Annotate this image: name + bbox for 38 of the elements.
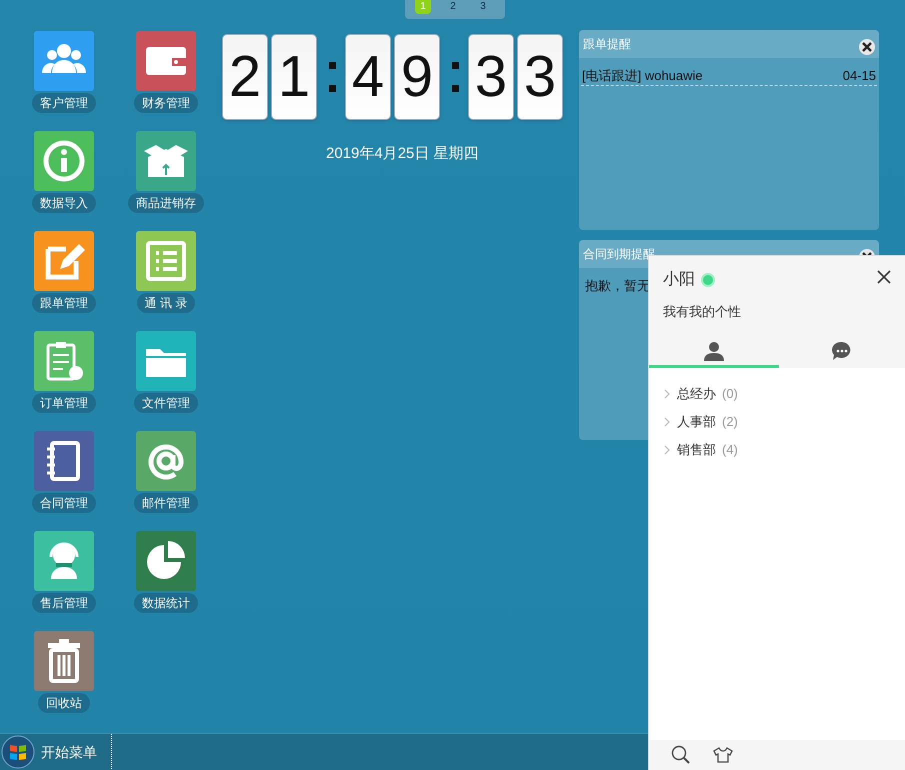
app-label: 财务管理	[134, 93, 198, 113]
group-name: 销售部	[677, 441, 716, 460]
signature-text: 我有我的个性	[663, 303, 742, 321]
group-item[interactable]: 总经办 (0)	[663, 380, 905, 408]
app-label: 文件管理	[134, 393, 198, 413]
app-label: 合同管理	[32, 493, 96, 513]
page-tab[interactable]: 2	[445, 0, 461, 14]
app-label: 订单管理	[32, 393, 96, 413]
page-tab[interactable]: 3	[475, 0, 491, 14]
group-count: (0)	[722, 385, 738, 404]
app-label: 跟单管理	[32, 293, 96, 313]
group-item[interactable]: 销售部 (4)	[663, 436, 905, 464]
group-name: 总经办	[677, 385, 716, 404]
app-label: 通 讯 录	[136, 293, 196, 313]
date-text: 2019年4月25日 星期四	[326, 144, 479, 164]
group-count: (2)	[722, 413, 738, 432]
app-label: 回收站	[38, 693, 90, 713]
clock-digit: 9	[394, 34, 440, 120]
group-name: 人事部	[677, 413, 716, 432]
clock-digit: 4	[345, 34, 391, 120]
app-label: 客户管理	[32, 93, 96, 113]
app-label: 邮件管理	[134, 493, 198, 513]
clock-digit: 3	[517, 34, 563, 120]
group-count: (4)	[722, 441, 738, 460]
user-name: 小阳	[663, 270, 695, 290]
reminder-text: [电话跟进] wohuawie	[582, 66, 703, 85]
app-label: 数据统计	[134, 593, 198, 613]
widget-title: 跟单提醒	[583, 36, 631, 53]
start-button[interactable]: 开始菜单	[0, 734, 112, 770]
reminder-row[interactable]: [电话跟进] wohuawie 04-15	[581, 66, 877, 86]
app-label: 售后管理	[32, 593, 96, 613]
group-item[interactable]: 人事部 (2)	[663, 408, 905, 436]
clock-digit: 1	[271, 34, 317, 120]
reminder-date: 04-15	[842, 66, 876, 85]
app-label: 商品进销存	[128, 193, 204, 213]
clock-digit: 3	[468, 34, 514, 120]
clock-digit: 2	[222, 34, 268, 120]
app-label: 数据导入	[32, 193, 96, 213]
